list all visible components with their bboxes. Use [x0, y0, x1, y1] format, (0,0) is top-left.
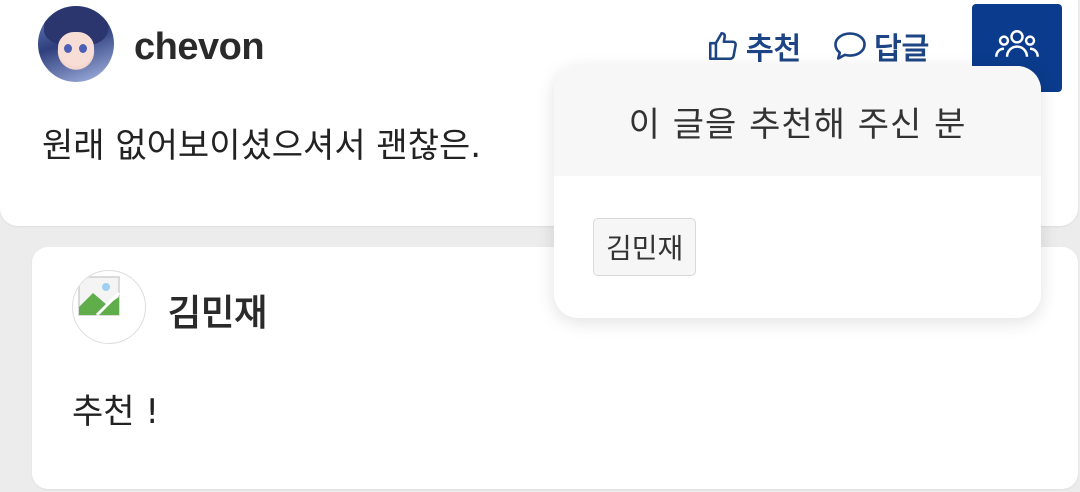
recommender-chip[interactable]: 김민재 [593, 218, 697, 276]
avatar-eye [79, 44, 87, 53]
like-label: 추천 [746, 32, 802, 67]
speech-bubble-icon [832, 29, 868, 63]
reply-avatar[interactable] [72, 270, 146, 344]
thumbs-up-icon [706, 29, 740, 63]
recommenders-popover: 이 글을 추천해 주신 분 김민재 [554, 66, 1041, 318]
reply-text: 추천 ! [72, 392, 159, 432]
reply-author[interactable]: 김민재 [168, 284, 267, 336]
like-button[interactable]: 추천 [706, 26, 802, 67]
people-icon [994, 26, 1040, 70]
comment-thread: chevon 추천 답글 원래 없어보이셨으셔서 괜찮은. 김민재 추천 ! 이… [0, 0, 1080, 492]
reply-button[interactable]: 답글 [832, 26, 930, 67]
popover-title: 이 글을 추천해 주신 분 [554, 66, 1041, 176]
avatar-eye [64, 44, 72, 53]
comment-text: 원래 없어보이셨으셔서 괜찮은. [42, 126, 482, 166]
comment-author[interactable]: chevon [134, 26, 265, 69]
user-avatar[interactable] [38, 6, 114, 82]
reply-label: 답글 [874, 32, 930, 67]
